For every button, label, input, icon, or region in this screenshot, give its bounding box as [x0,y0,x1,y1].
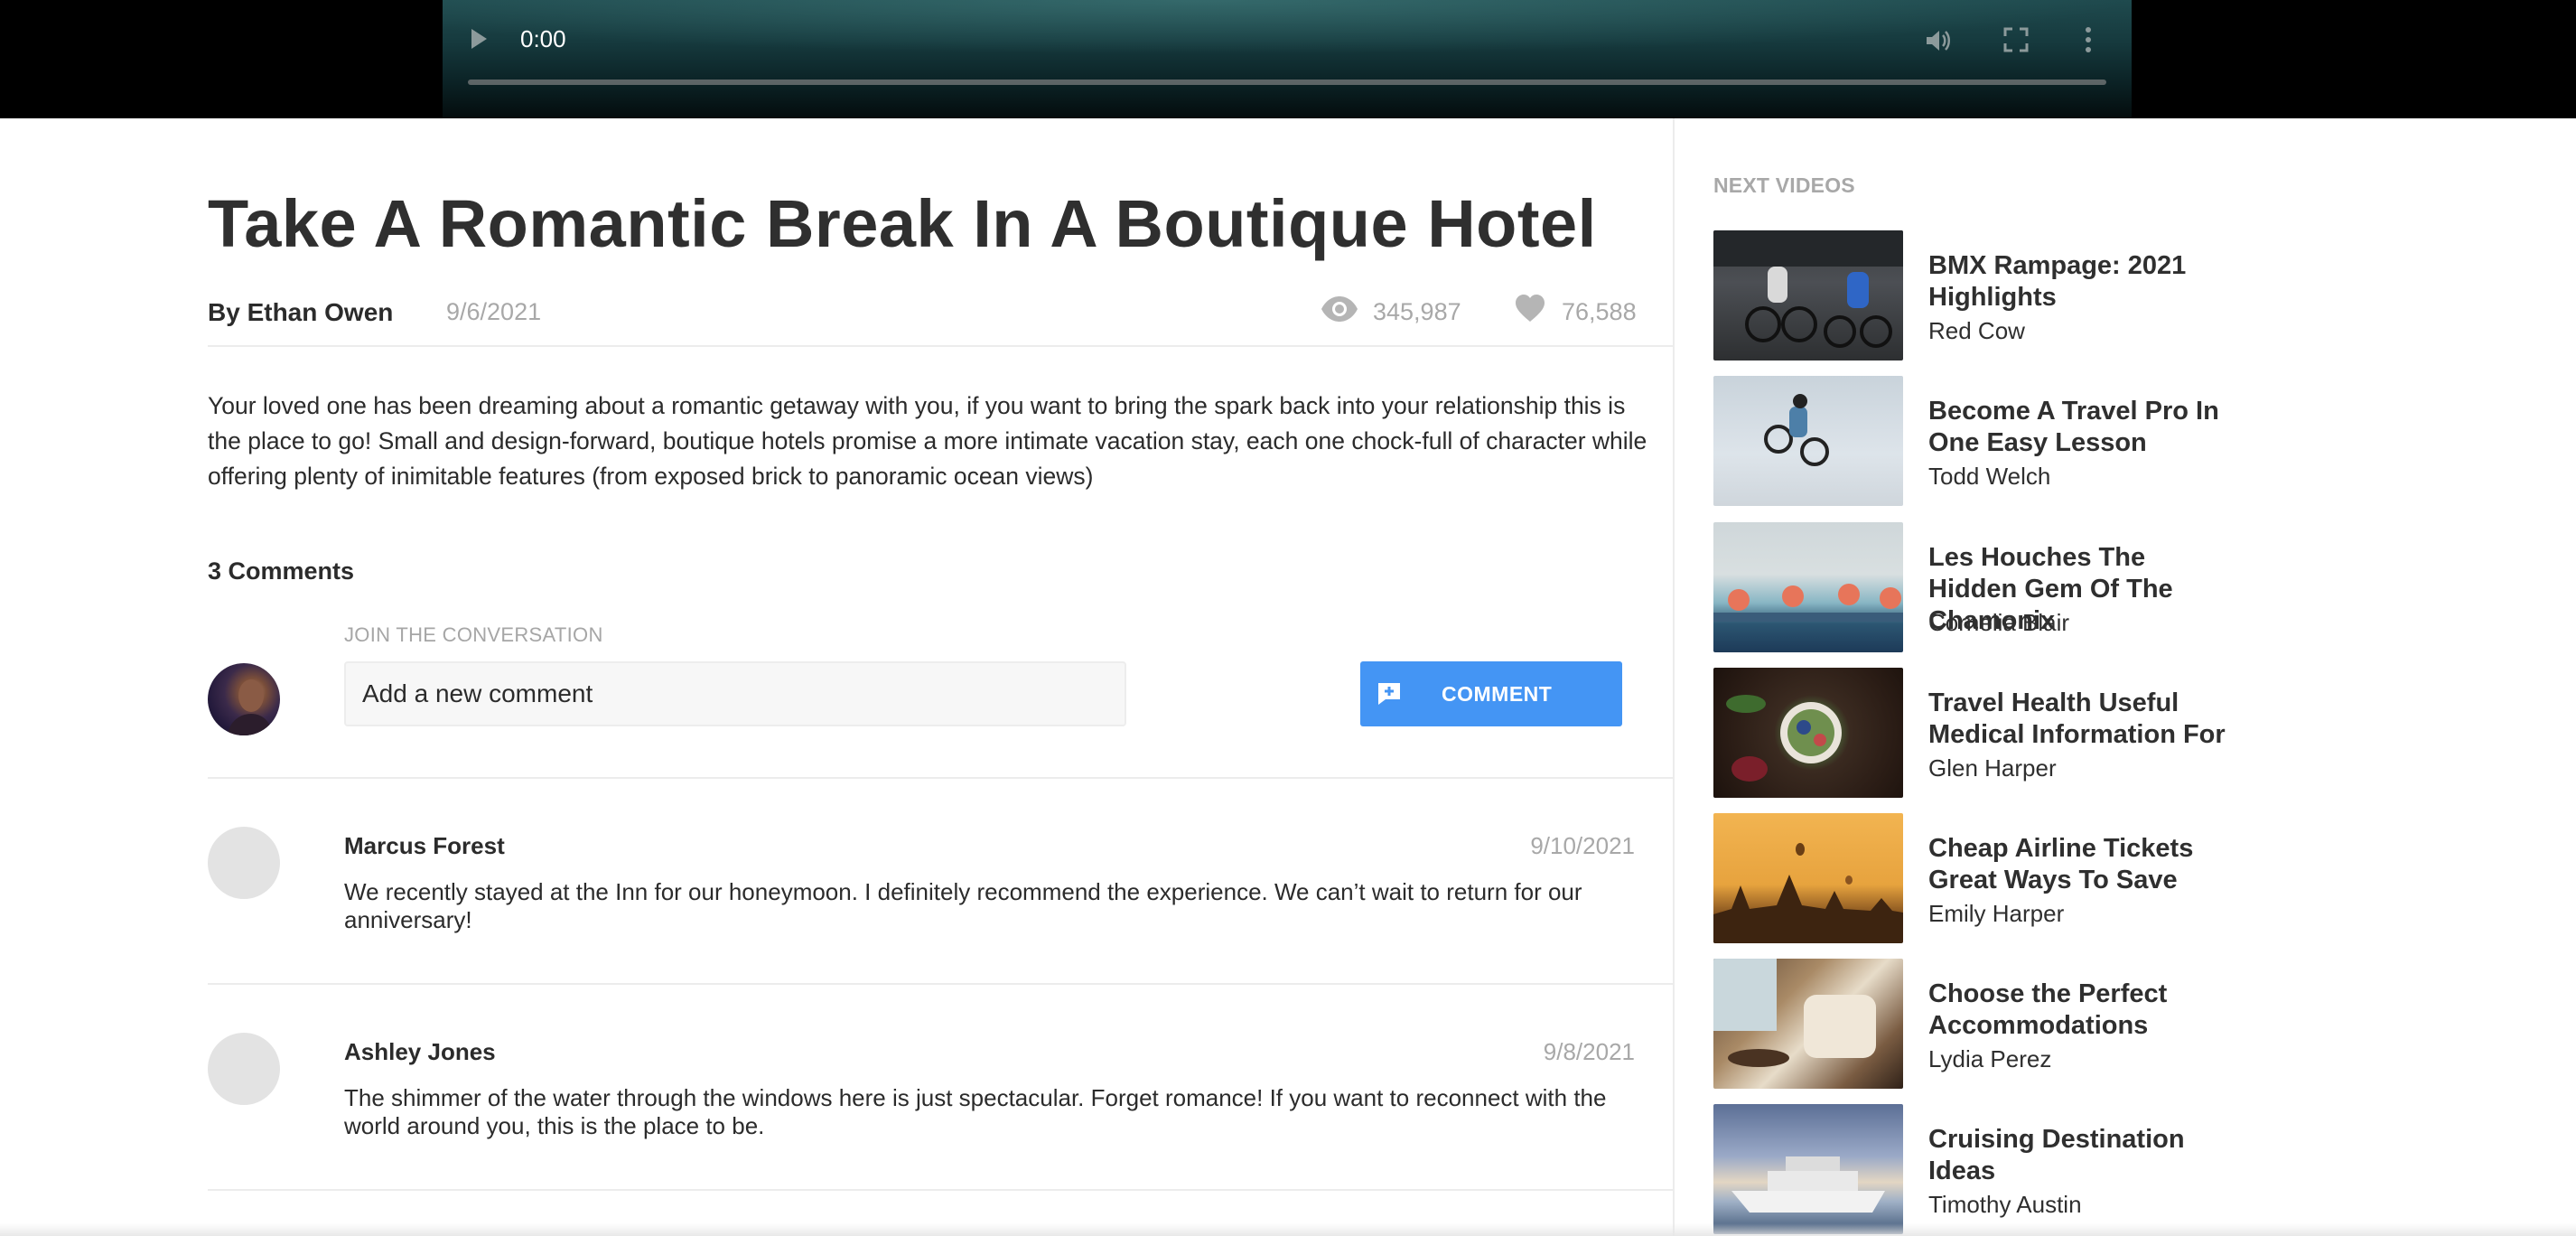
video-time: 0:00 [520,25,566,52]
view-count: 345,987 [1373,298,1461,325]
volume-icon[interactable] [1924,27,1951,54]
divider [208,345,1673,347]
eye-icon [1321,296,1358,322]
page-bottom-shadow [0,1223,2576,1236]
comment-author[interactable]: Ashley Jones [344,1038,496,1066]
next-video-author: Cornelia Blair [1928,609,2070,636]
heart-icon[interactable] [1515,294,1545,323]
comment-date: 9/8/2021 [1543,1038,1635,1065]
article-byline[interactable]: By Ethan Owen [208,298,393,327]
comment-button-label: COMMENT [1442,682,1553,706]
next-video-author: Emily Harper [1928,900,2065,927]
next-video-title[interactable]: Travel Health Useful Medical Information… [1928,688,2235,751]
comment-item: Ashley Jones 9/8/2021 The shimmer of the… [208,985,1673,1191]
article-date: 9/6/2021 [446,298,542,325]
video-player[interactable] [443,0,2132,118]
video-thumbnail[interactable] [1713,1104,1903,1234]
next-video-title[interactable]: BMX Rampage: 2021 Highlights [1928,250,2235,314]
comment-author[interactable]: Marcus Forest [344,832,505,860]
article-title: Take A Romantic Break In A Boutique Hote… [208,186,1597,261]
next-video-title[interactable]: Cheap Airline Tickets Great Ways To Save [1928,833,2235,896]
video-thumbnail[interactable] [1713,376,1903,506]
next-video-item[interactable]: Cruising Destination Ideas Timothy Austi… [1713,1104,2400,1236]
video-thumbnail[interactable] [1713,668,1903,798]
hotel-room-thumbnail [1713,959,1876,1067]
next-video-title[interactable]: Cruising Destination Ideas [1928,1124,2235,1187]
comment-text: We recently stayed at the Inn for our ho… [344,878,1582,933]
user-photo [228,679,273,735]
play-icon[interactable] [471,29,487,49]
video-progress-bar[interactable] [468,80,2106,85]
sidebar-divider [1673,118,1675,1236]
comment-input[interactable] [344,661,1126,726]
next-video-item[interactable]: Choose the Perfect Accommodations Lydia … [1713,959,2400,1091]
food-bowl-thumbnail [1726,695,1842,782]
video-thumbnail[interactable] [1713,959,1903,1089]
next-video-author: Timothy Austin [1928,1191,2082,1218]
next-video-item[interactable]: BMX Rampage: 2021 Highlights Red Cow [1713,230,2400,362]
video-thumbnail[interactable] [1713,230,1903,360]
balcony-flowers-thumbnail [1713,584,1903,622]
comments-count: 3 Comments [208,557,355,585]
comment-text: The shimmer of the water through the win… [344,1084,1607,1139]
next-video-author: Red Cow [1928,317,2025,344]
comment-item: Marcus Forest 9/10/2021 We recently stay… [208,779,1673,985]
bmx-riders-thumbnail [1713,230,1903,348]
next-video-title[interactable]: Choose the Perfect Accommodations [1928,978,2235,1042]
more-options-icon[interactable] [2083,25,2094,54]
video-thumbnail[interactable] [1713,522,1903,652]
video-player-band: 0:00 [0,0,2576,118]
bmx-jump-thumbnail [1764,394,1829,466]
video-thumbnail[interactable] [1713,813,1903,943]
join-conversation-label: JOIN THE CONVERSATION [344,623,603,646]
comment-button[interactable]: COMMENT [1360,661,1622,726]
cruise-ship-thumbnail [1731,1156,1885,1213]
next-video-author: Lydia Perez [1928,1045,2052,1072]
balloons-temples-thumbnail [1713,843,1903,943]
comment-date: 9/10/2021 [1530,832,1635,859]
next-video-title[interactable]: Become A Travel Pro In One Easy Lesson [1928,396,2235,459]
add-comment-icon [1378,683,1400,705]
next-videos-label: NEXT VIDEOS [1713,173,1855,197]
divider [208,1189,1673,1191]
next-video-author: Glen Harper [1928,754,2057,782]
next-video-item[interactable]: Les Houches The Hidden Gem Of The Chamon… [1713,522,2400,654]
next-video-item[interactable]: Travel Health Useful Medical Information… [1713,668,2400,800]
avatar [208,1033,280,1105]
avatar [208,663,280,735]
fullscreen-icon[interactable] [2003,27,2029,52]
like-count: 76,588 [1562,298,1637,325]
next-video-author: Todd Welch [1928,463,2051,490]
next-video-item[interactable]: Become A Travel Pro In One Easy Lesson T… [1713,376,2400,508]
article-body: Your loved one has been dreaming about a… [208,392,1647,490]
avatar [208,827,280,899]
next-video-item[interactable]: Cheap Airline Tickets Great Ways To Save… [1713,813,2400,945]
